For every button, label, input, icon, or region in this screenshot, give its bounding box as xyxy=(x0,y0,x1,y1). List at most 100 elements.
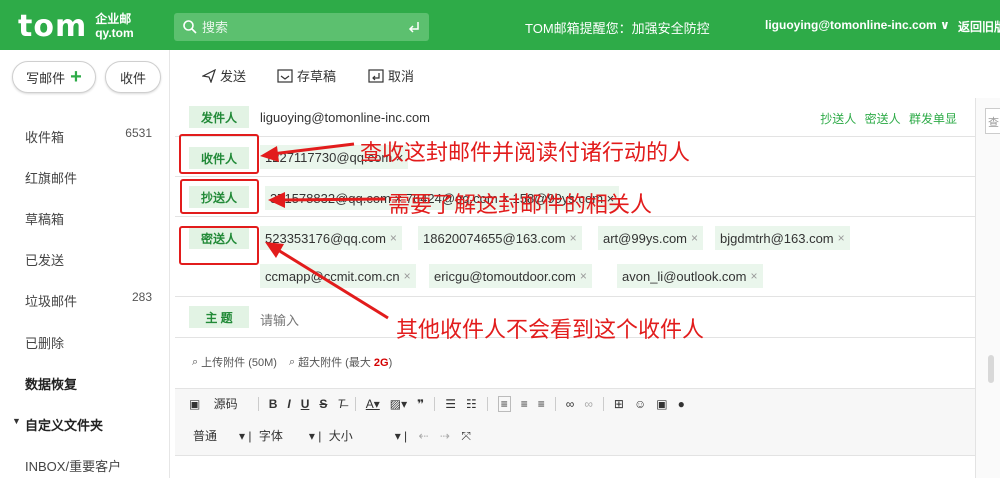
table-icon[interactable]: ⊞ xyxy=(614,397,624,411)
remove-icon[interactable]: × xyxy=(404,269,411,283)
bold-icon[interactable]: B xyxy=(269,397,278,411)
font-color-icon[interactable]: A▾ xyxy=(366,397,380,411)
spam-count: 283 xyxy=(131,290,152,304)
numbered-list-icon[interactable]: ☷ xyxy=(466,397,477,411)
bcc-chip[interactable]: 523353176@qq.com × xyxy=(260,226,402,250)
strikethrough-icon[interactable]: S xyxy=(319,397,327,411)
align-left-icon[interactable]: ≡ xyxy=(497,395,511,412)
bcc-annotation: 其他收件人不会看到这个收件人 xyxy=(396,318,705,343)
cc-annotation: 需要了解这封邮件的相关人 xyxy=(388,193,653,218)
font-select[interactable]: 字体 ▾ | xyxy=(259,429,322,443)
from-value[interactable]: liguoying@tomonline-inc.com xyxy=(260,110,430,125)
sidebar-item-flagged[interactable]: 红旗邮件 xyxy=(0,164,170,188)
bcc-chip[interactable]: art@99ys.com × xyxy=(598,226,704,250)
bcc-chip[interactable]: bjgdmtrh@163.com × xyxy=(715,226,850,250)
panel-resize-handle[interactable] xyxy=(988,355,994,383)
remove-icon[interactable]: × xyxy=(691,231,698,245)
paragraph-format-select[interactable]: 普通 ▾ | xyxy=(193,429,252,443)
bcc-chip[interactable]: avon_li@outlook.com × xyxy=(617,264,763,288)
sidebar-item-label: 垃圾邮件 xyxy=(25,294,78,309)
link-icon[interactable]: ∞ xyxy=(566,397,575,411)
send-button[interactable]: 发送 xyxy=(202,66,246,85)
sidebar-item-important-clients[interactable]: INBOX/重要客户 xyxy=(0,452,170,476)
enter-icon[interactable] xyxy=(407,19,421,35)
remove-icon[interactable]: × xyxy=(580,269,587,283)
expand-triangle-icon[interactable]: ▼ xyxy=(12,416,21,426)
bullet-list-icon[interactable]: ☰ xyxy=(445,397,456,411)
security-notice[interactable]: TOM邮箱提醒您：加强安全防控 xyxy=(525,18,710,37)
add-cc-link[interactable]: 抄送人 xyxy=(820,112,856,126)
sidebar-item-drafts[interactable]: 草稿箱 xyxy=(0,205,170,229)
sidebar: 写邮件 + 收件 收件箱 6531 红旗邮件 草稿箱 已发送 垃圾邮件 283 … xyxy=(0,50,170,478)
unread-count: 6531 xyxy=(125,126,152,140)
compose-toolbar: 发送 存草稿 取消 xyxy=(170,50,1000,98)
source-label: 源码 xyxy=(213,397,238,411)
undo-icon[interactable]: ⇠ xyxy=(419,429,429,443)
emoji-icon[interactable]: ☺ xyxy=(634,397,646,411)
chevron-down-icon: ▾ | xyxy=(239,429,252,443)
user-menu[interactable]: liguoying@tomonline-inc.com ∨ xyxy=(765,18,950,32)
bcc-chip-text: 523353176@qq.com xyxy=(265,230,386,246)
unlink-icon[interactable]: ∞ xyxy=(584,397,593,411)
editor-icon-row: ▣ 源码 B I U S T̶ A▾ ▨▾ ❞ ☰ ☷ ≡ ≡ ≡ ∞ ∞ ⊞ … xyxy=(189,395,695,412)
bcc-chip-text: bjgdmtrh@163.com xyxy=(720,230,834,246)
sidebar-item-deleted[interactable]: 已删除 xyxy=(0,329,170,353)
sidebar-item-label: 自定义文件夹 xyxy=(25,418,104,433)
large-attachment-label: 超大附件 (最大 xyxy=(298,357,374,369)
receive-button[interactable]: 收件 xyxy=(105,61,161,93)
underline-icon[interactable]: U xyxy=(301,397,310,411)
cancel-icon xyxy=(368,68,384,83)
sidebar-item-label: 数据恢复 xyxy=(25,377,78,392)
sidebar-item-custom-folders[interactable]: ▼ 自定义文件夹 xyxy=(0,411,170,435)
search-input[interactable] xyxy=(202,17,402,37)
sidebar-item-spam[interactable]: 垃圾邮件 283 xyxy=(0,287,170,311)
large-attachment-size: 2G xyxy=(373,357,389,369)
image-icon[interactable]: ▣ xyxy=(656,397,667,411)
remove-icon[interactable]: × xyxy=(750,269,757,283)
sidebar-item-recovery[interactable]: 数据恢复 xyxy=(0,370,170,394)
remove-icon[interactable]: × xyxy=(838,231,845,245)
contact-search-input[interactable]: 查 xyxy=(985,108,1000,134)
large-attachment-suffix: ) xyxy=(388,357,393,369)
source-button[interactable]: ▣ 源码 xyxy=(189,395,248,412)
bg-color-icon[interactable]: ▨▾ xyxy=(390,397,407,411)
logo[interactable]: tom 企业邮 qy.tom xyxy=(18,8,134,44)
large-attachment-link[interactable]: 超大附件 (最大 2G) xyxy=(298,354,392,370)
align-right-icon[interactable]: ≡ xyxy=(538,397,545,411)
search-box xyxy=(174,13,429,41)
logo-text: tom xyxy=(18,8,88,44)
field-links: 抄送人 密送人 群发单显 xyxy=(815,110,957,127)
add-bcc-link[interactable]: 密送人 xyxy=(865,112,901,126)
compass-icon[interactable]: ● xyxy=(678,397,685,411)
clear-format-icon[interactable]: T̶ xyxy=(337,397,344,411)
quote-icon[interactable]: ❞ xyxy=(417,397,424,411)
sidebar-item-label: 已发送 xyxy=(25,253,65,268)
bcc-row[interactable]: 密送人 523353176@qq.com × 18620074655@163.co… xyxy=(175,217,975,297)
italic-icon[interactable]: I xyxy=(287,397,290,411)
back-to-old-link[interactable]: 返回旧版 xyxy=(958,18,1000,35)
logo-sub-line1: 企业邮 xyxy=(95,12,132,26)
draft-icon xyxy=(277,68,293,83)
fullscreen-icon[interactable]: ⤧ xyxy=(461,429,471,443)
align-center-icon[interactable]: ≡ xyxy=(521,397,528,411)
remove-icon[interactable]: × xyxy=(570,231,577,245)
cancel-button[interactable]: 取消 xyxy=(368,66,414,85)
bcc-chip[interactable]: ccmapp@ccmit.com.cn × xyxy=(260,264,416,288)
cancel-label: 取消 xyxy=(388,69,415,84)
redo-icon[interactable]: ⇢ xyxy=(440,429,450,443)
sidebar-item-sent[interactable]: 已发送 xyxy=(0,246,170,270)
subject-input[interactable]: 请输入 xyxy=(260,310,299,329)
remove-icon[interactable]: × xyxy=(390,231,397,245)
bcc-chip[interactable]: ericgu@tomoutdoor.com × xyxy=(429,264,592,288)
bcc-chip[interactable]: 18620074655@163.com × xyxy=(418,226,582,250)
bcc-chip-text: ericgu@tomoutdoor.com xyxy=(434,268,576,284)
save-draft-button[interactable]: 存草稿 xyxy=(277,66,336,85)
chevron-down-icon: ▾ | xyxy=(394,429,408,443)
upload-attachment-link[interactable]: 上传附件 (50M) xyxy=(201,354,277,370)
bulk-send-link[interactable]: 群发单显 xyxy=(909,112,957,126)
search-icon[interactable] xyxy=(182,19,198,35)
size-select[interactable]: 大小 ▾ | xyxy=(329,429,408,443)
compose-button[interactable]: 写邮件 + xyxy=(12,61,96,93)
sidebar-item-inbox[interactable]: 收件箱 6531 xyxy=(0,123,170,147)
divider xyxy=(257,396,259,411)
